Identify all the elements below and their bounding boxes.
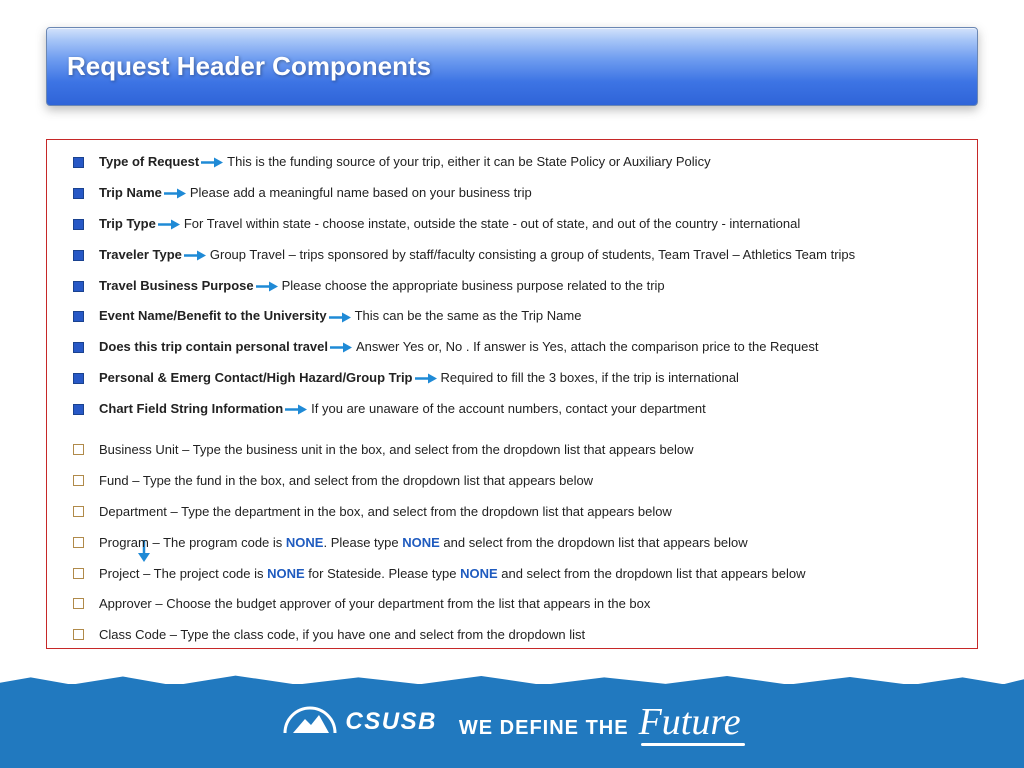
item-label: Event Name/Benefit to the University: [99, 308, 327, 323]
secondary-item: Class Code – Type the class code, if you…: [67, 627, 963, 644]
item-text: for Stateside. Please type: [305, 566, 460, 581]
content-box: Type of Request This is the funding sourc…: [46, 139, 978, 649]
none-keyword: NONE: [402, 535, 440, 550]
tagline: WE DEFINE THE Future: [459, 700, 741, 744]
page-title: Request Header Components: [67, 51, 431, 82]
item-text: . Please type: [323, 535, 402, 550]
item-label: Type of Request: [99, 154, 199, 169]
primary-item: Chart Field String Information If you are…: [67, 401, 963, 418]
item-label: Chart Field String Information: [99, 401, 283, 416]
arrow-right-icon: [256, 281, 278, 292]
secondary-item: Department – Type the department in the …: [67, 504, 963, 521]
item-desc: Please choose the appropriate business p…: [282, 278, 665, 293]
item-label: Travel Business Purpose: [99, 278, 254, 293]
item-text: and select from the dropdown list that a…: [440, 535, 748, 550]
arrow-right-icon: [415, 373, 437, 384]
secondary-list: Business Unit – Type the business unit i…: [67, 442, 963, 644]
item-label: Trip Type: [99, 216, 156, 231]
item-text: Project – The project code is: [99, 566, 267, 581]
item-text: Approver – Choose the budget approver of…: [99, 596, 650, 611]
item-desc: Answer Yes or, No . If answer is Yes, at…: [356, 339, 818, 354]
item-label: Traveler Type: [99, 247, 182, 262]
primary-item: Traveler Type Group Travel – trips sponso…: [67, 247, 963, 264]
primary-item: Trip Type For Travel within state - choos…: [67, 216, 963, 233]
item-text: Program – The program code is: [99, 535, 286, 550]
footer-banner: CSUSB WE DEFINE THE Future: [0, 684, 1024, 768]
secondary-item: Program – The program code is NONE. Plea…: [67, 535, 963, 552]
tagline-prefix: WE DEFINE THE: [459, 717, 629, 740]
item-desc: If you are unaware of the account number…: [311, 401, 706, 416]
csusb-logo: CSUSB: [283, 705, 437, 739]
none-keyword: NONE: [286, 535, 324, 550]
primary-list: Type of Request This is the funding sourc…: [67, 154, 963, 418]
arrow-right-icon: [330, 342, 352, 353]
item-text: Fund – Type the fund in the box, and sel…: [99, 473, 593, 488]
tagline-script: Future: [639, 700, 741, 744]
item-label: Does this trip contain personal travel: [99, 339, 328, 354]
primary-item: Personal & Emerg Contact/High Hazard/Gro…: [67, 370, 963, 387]
secondary-item: Approver – Choose the budget approver of…: [67, 596, 963, 613]
secondary-item: Project – The project code is NONE for S…: [67, 566, 963, 583]
brand-text: CSUSB: [345, 708, 437, 736]
item-label: Trip Name: [99, 185, 162, 200]
none-keyword: NONE: [267, 566, 305, 581]
primary-item: Travel Business Purpose Please choose the…: [67, 278, 963, 295]
item-desc: This is the funding source of your trip,…: [227, 154, 710, 169]
arrow-right-icon: [329, 312, 351, 323]
primary-item: Event Name/Benefit to the University This…: [67, 308, 963, 325]
item-text: and select from the dropdown list that a…: [498, 566, 806, 581]
arrow-right-icon: [164, 188, 186, 199]
item-desc: Group Travel – trips sponsored by staff/…: [210, 247, 855, 262]
item-desc: Please add a meaningful name based on yo…: [190, 185, 532, 200]
item-text: Business Unit – Type the business unit i…: [99, 442, 694, 457]
none-keyword: NONE: [460, 566, 498, 581]
arrow-right-icon: [285, 404, 307, 415]
secondary-item: Fund – Type the fund in the box, and sel…: [67, 473, 963, 490]
item-desc: This can be the same as the Trip Name: [355, 308, 582, 323]
secondary-item: Business Unit – Type the business unit i…: [67, 442, 963, 459]
arrow-right-icon: [184, 250, 206, 261]
primary-item: Does this trip contain personal travel An…: [67, 339, 963, 356]
primary-item: Type of Request This is the funding sourc…: [67, 154, 963, 171]
primary-item: Trip Name Please add a meaningful name ba…: [67, 185, 963, 202]
mountain-icon: [283, 705, 337, 739]
arrow-right-icon: [201, 157, 223, 168]
title-bar: Request Header Components: [46, 27, 978, 106]
item-desc: For Travel within state - choose instate…: [184, 216, 800, 231]
item-label: Personal & Emerg Contact/High Hazard/Gro…: [99, 370, 413, 385]
arrow-right-icon: [158, 219, 180, 230]
item-text: Class Code – Type the class code, if you…: [99, 627, 585, 642]
item-text: Department – Type the department in the …: [99, 504, 672, 519]
item-desc: Required to fill the 3 boxes, if the tri…: [441, 370, 739, 385]
